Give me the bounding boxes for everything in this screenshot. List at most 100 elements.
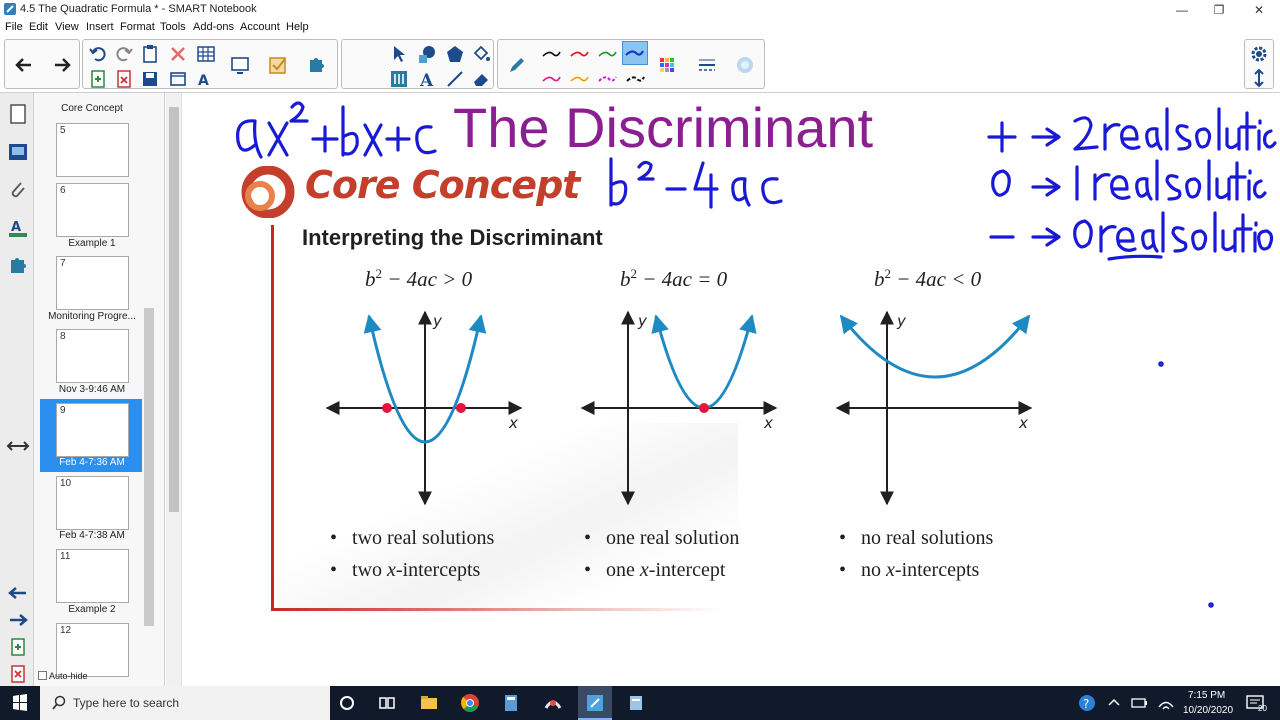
select-tool-button[interactable] [388, 43, 410, 65]
task-view-icon[interactable] [376, 692, 398, 714]
pen-red-button[interactable] [568, 43, 590, 65]
pen-tool-button[interactable] [506, 54, 528, 76]
thumbnail-page-9[interactable]: 9 [56, 403, 129, 457]
resize-sidebar-handle[interactable] [5, 433, 31, 459]
close-button[interactable]: ✕ [1239, 0, 1279, 20]
menu-file[interactable]: File [5, 21, 23, 33]
thumbnail-page-5[interactable]: 5 [56, 123, 129, 177]
menu-tools[interactable]: Tools [160, 21, 186, 33]
next-page-side-button[interactable] [5, 607, 31, 633]
handwriting-recognition-button[interactable]: A [195, 68, 217, 90]
color-palette-button[interactable] [656, 54, 678, 76]
thumbnail-page-12[interactable]: 12 [56, 623, 129, 677]
redo-button[interactable] [113, 43, 135, 65]
pen-orange-button[interactable] [568, 68, 590, 90]
add-page-side-button[interactable] [5, 634, 31, 660]
menu-addons[interactable]: Add-ons [193, 21, 234, 33]
tab-properties[interactable]: A [5, 215, 31, 241]
thumbnail-scrollbar-thumb[interactable] [144, 308, 154, 626]
delete-page-button[interactable] [113, 68, 135, 90]
smart-notebook-taskbar-button[interactable] [578, 686, 612, 720]
calculator-icon[interactable] [500, 692, 522, 714]
undo-button[interactable] [87, 43, 109, 65]
pen-black-dashed-button[interactable] [624, 68, 646, 90]
tab-gallery[interactable] [5, 139, 31, 165]
chrome-icon[interactable] [459, 692, 481, 714]
maximize-button[interactable]: ❐ [1199, 0, 1239, 20]
thumbnail-page-11[interactable]: 11 [56, 549, 129, 603]
smart-notebook-app-icon [4, 3, 16, 15]
pen-green-button[interactable] [596, 43, 618, 65]
minimize-button[interactable]: — [1162, 0, 1202, 20]
previous-page-button[interactable] [13, 54, 35, 76]
delete-page-side-button[interactable] [5, 661, 31, 687]
file-explorer-icon[interactable] [418, 692, 440, 714]
ink-discriminant-expression[interactable] [609, 157, 783, 209]
pen-magenta-dashed-button[interactable] [596, 68, 618, 90]
pen-black-button[interactable] [540, 43, 562, 65]
menu-format[interactable]: Format [120, 21, 155, 33]
start-button[interactable] [0, 686, 40, 720]
menu-insert[interactable]: Insert [86, 21, 114, 33]
help-icon[interactable]: ? [1076, 692, 1098, 714]
clock-date[interactable]: 10/20/2020 [1183, 705, 1233, 716]
settings-button[interactable] [1248, 43, 1270, 65]
printer-app-icon[interactable] [625, 692, 647, 714]
tab-page-sorter[interactable] [5, 101, 31, 127]
chevron-up-icon[interactable] [1103, 692, 1125, 714]
auto-hide-toggle[interactable]: Auto-hide [38, 671, 88, 681]
page-scrollbar[interactable] [166, 93, 182, 686]
fill-effects-button[interactable] [734, 54, 756, 76]
ink-rule-positive[interactable] [987, 107, 1277, 153]
eraser-tool-button[interactable] [470, 68, 492, 90]
save-button[interactable] [139, 68, 161, 90]
thumbnail-page-7[interactable]: 7 [56, 256, 129, 310]
thumbnail-page-8[interactable]: 8 [56, 329, 129, 383]
full-screen-button[interactable] [167, 68, 189, 90]
screen-shade-button[interactable] [229, 54, 251, 76]
addons-button[interactable] [305, 54, 327, 76]
cortana-icon[interactable] [336, 692, 358, 714]
move-toolbar-button[interactable] [1248, 67, 1270, 89]
lines-tool-button[interactable] [388, 68, 410, 90]
delete-button[interactable] [167, 43, 189, 65]
clock-time[interactable]: 7:15 PM [1188, 690, 1225, 701]
activity-builder-button[interactable] [267, 54, 289, 76]
text-tool-button[interactable]: A [416, 68, 438, 90]
wifi-icon[interactable] [1155, 692, 1177, 714]
thumbnail-page-10[interactable]: 10 [56, 476, 129, 530]
ink-dot[interactable] [1208, 602, 1214, 608]
page-scrollbar-thumb[interactable] [169, 107, 179, 512]
notebook-page-canvas[interactable]: The Discriminant Core Concept Interpreti… [183, 93, 1280, 686]
insert-page-button[interactable] [87, 68, 109, 90]
battery-icon[interactable] [1128, 692, 1150, 714]
tab-addons[interactable] [5, 253, 31, 279]
pen-pink-button[interactable] [540, 68, 562, 90]
previous-page-side-button[interactable] [5, 580, 31, 606]
menu-edit[interactable]: Edit [29, 21, 48, 33]
next-page-button[interactable] [51, 54, 73, 76]
shapes-tool-button[interactable] [416, 43, 438, 65]
ink-rule-negative[interactable] [989, 211, 1274, 261]
thumbnail-page-6[interactable]: 6 [56, 183, 129, 237]
table-button[interactable] [195, 43, 217, 65]
ink-rule-zero[interactable] [991, 159, 1267, 201]
menu-help[interactable]: Help [286, 21, 309, 33]
taskbar-search-box[interactable]: Type here to search [40, 686, 330, 720]
auto-hide-checkbox[interactable] [38, 671, 47, 680]
menu-account[interactable]: Account [240, 21, 280, 33]
paste-button[interactable] [139, 43, 161, 65]
ink-quadratic-expression[interactable] [236, 101, 437, 159]
ink-dot[interactable] [1158, 361, 1164, 367]
line-properties-button[interactable] [696, 54, 718, 76]
handwritten-ink-layer[interactable] [183, 93, 1280, 686]
menu-view[interactable]: View [55, 21, 79, 33]
snip-sketch-icon[interactable] [542, 692, 564, 714]
line-tool-button[interactable] [444, 68, 466, 90]
fill-tool-button[interactable] [470, 43, 492, 65]
tools-group: A [341, 39, 494, 90]
polygon-tool-button[interactable] [444, 43, 466, 65]
arrow-right-icon [55, 58, 71, 72]
pen-blue-button-active[interactable] [622, 41, 648, 65]
tab-attachments[interactable] [5, 177, 31, 203]
